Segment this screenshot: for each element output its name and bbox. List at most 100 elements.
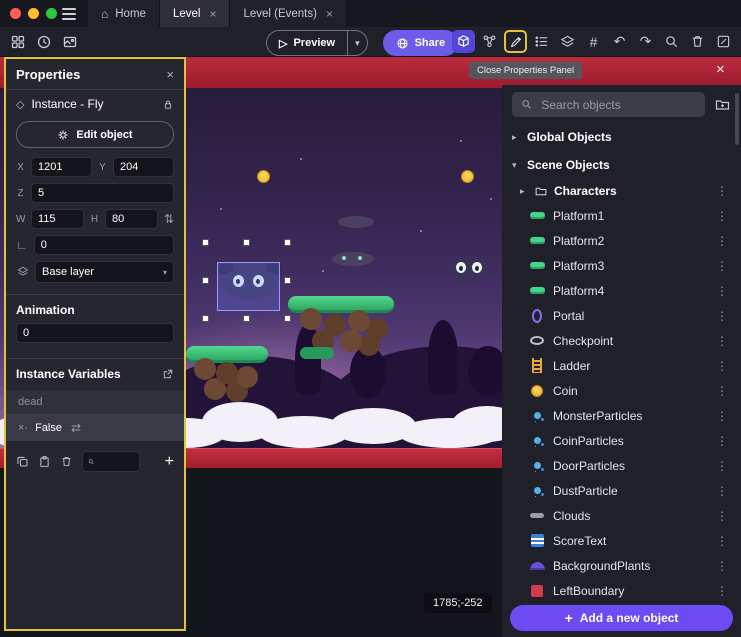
row-menu-icon[interactable]: ⋮ (713, 209, 731, 223)
close-objects-panel-icon[interactable]: × (716, 61, 725, 78)
open-variables-icon[interactable] (162, 368, 174, 380)
object-list-item[interactable]: CoinParticles ⋮ (502, 428, 741, 453)
copy-icon[interactable] (16, 455, 29, 468)
object-list-item[interactable]: LeftBoundary ⋮ (502, 578, 741, 603)
object-list-item[interactable]: Platform1 ⋮ (502, 203, 741, 228)
row-menu-icon[interactable]: ⋮ (713, 384, 731, 398)
preview-dropdown-button[interactable]: ▾ (347, 31, 367, 55)
row-menu-icon[interactable]: ⋮ (713, 459, 731, 473)
object-list-item[interactable]: DustParticle ⋮ (502, 478, 741, 503)
resize-handle[interactable] (284, 239, 291, 246)
tab-home[interactable]: ⌂ Home (88, 0, 160, 27)
preview-button[interactable]: ▷ Preview (267, 31, 347, 55)
scene-properties-icon[interactable] (712, 30, 735, 53)
resize-handle[interactable] (202, 315, 209, 322)
section-global-objects[interactable]: ▸ Global Objects (502, 123, 741, 151)
row-menu-icon[interactable]: ⋮ (713, 309, 731, 323)
row-menu-icon[interactable]: ⋮ (713, 559, 731, 573)
tab-level[interactable]: Level × (160, 0, 231, 27)
object-list-item[interactable]: Platform4 ⋮ (502, 278, 741, 303)
layers-icon[interactable] (556, 30, 579, 53)
angle-input[interactable] (34, 235, 174, 255)
object-list-item[interactable]: ScoreText ⋮ (502, 528, 741, 553)
resize-handle[interactable] (284, 315, 291, 322)
object-list-item[interactable]: Portal ⋮ (502, 303, 741, 328)
row-menu-icon[interactable]: ⋮ (713, 334, 731, 348)
add-folder-icon[interactable] (714, 97, 731, 113)
objects-search-input[interactable] (539, 97, 696, 113)
scene-cards-icon[interactable] (58, 30, 81, 53)
layer-select[interactable]: Base layer ▾ (35, 261, 174, 283)
object-list-item[interactable]: MonsterParticles ⋮ (502, 403, 741, 428)
row-menu-icon[interactable]: ⋮ (713, 509, 731, 523)
add-new-object-button[interactable]: + Add a new object (510, 605, 733, 631)
delete-variable-icon[interactable] (60, 455, 73, 468)
row-menu-icon[interactable]: ⋮ (713, 184, 731, 198)
resize-handle[interactable] (284, 277, 291, 284)
instances-panel-icon[interactable] (452, 30, 475, 53)
undo-icon[interactable]: ↶ (608, 30, 631, 53)
object-list-item[interactable]: Clouds ⋮ (502, 503, 741, 528)
variable-value-row[interactable]: ×· False ⇄ (6, 415, 184, 441)
close-properties-icon[interactable]: × (166, 67, 174, 82)
zoom-icon[interactable] (660, 30, 683, 53)
share-button[interactable]: Share (383, 30, 459, 56)
section-scene-objects[interactable]: ▾ Scene Objects (502, 151, 741, 179)
tab-level-events[interactable]: Level (Events) × (230, 0, 347, 27)
object-list-item[interactable]: Platform3 ⋮ (502, 253, 741, 278)
grid-icon[interactable]: # (582, 30, 605, 53)
close-tab-icon[interactable]: × (209, 7, 216, 21)
width-input[interactable] (31, 209, 84, 229)
edit-object-button[interactable]: Edit object (16, 121, 174, 148)
add-variable-button[interactable]: + (165, 453, 174, 471)
panels-grid-icon[interactable] (6, 30, 29, 53)
row-menu-icon[interactable]: ⋮ (713, 234, 731, 248)
minimize-window-button[interactable] (28, 8, 39, 19)
object-groups-icon[interactable] (478, 30, 501, 53)
close-window-button[interactable] (10, 8, 21, 19)
object-list-item[interactable]: Checkpoint ⋮ (502, 328, 741, 353)
variable-name[interactable]: dead (6, 390, 184, 415)
row-menu-icon[interactable]: ⋮ (713, 584, 731, 598)
resize-handle[interactable] (202, 277, 209, 284)
row-menu-icon[interactable]: ⋮ (713, 359, 731, 373)
object-list-item[interactable]: DoorParticles ⋮ (502, 453, 741, 478)
object-list-item[interactable]: Coin ⋮ (502, 378, 741, 403)
edit-properties-pencil-icon[interactable] (504, 30, 527, 53)
object-type-icon (528, 358, 546, 374)
resize-handle[interactable] (243, 315, 250, 322)
trash-icon[interactable] (686, 30, 709, 53)
z-input[interactable] (31, 183, 174, 203)
row-menu-icon[interactable]: ⋮ (713, 534, 731, 548)
row-menu-icon[interactable]: ⋮ (713, 434, 731, 448)
row-menu-icon[interactable]: ⋮ (713, 259, 731, 273)
lock-icon[interactable] (162, 98, 174, 111)
lock-aspect-ratio-icon[interactable]: ⇅ (164, 212, 174, 226)
paste-icon[interactable] (38, 455, 51, 468)
objects-search[interactable] (512, 92, 705, 117)
folder-characters[interactable]: ▸ Characters ⋮ (502, 179, 741, 203)
instance-icon: ◇ (16, 98, 24, 111)
height-input[interactable] (105, 209, 158, 229)
variables-search-input[interactable] (99, 455, 134, 468)
resize-handle[interactable] (202, 239, 209, 246)
maximize-window-button[interactable] (46, 8, 57, 19)
close-tab-icon[interactable]: × (326, 7, 333, 21)
instances-list-icon[interactable] (530, 30, 553, 53)
redo-icon[interactable]: ↷ (634, 30, 657, 53)
row-menu-icon[interactable]: ⋮ (713, 484, 731, 498)
object-list-item[interactable]: Platform2 ⋮ (502, 228, 741, 253)
resize-handle[interactable] (243, 239, 250, 246)
y-input[interactable] (113, 157, 174, 177)
menu-icon[interactable] (62, 8, 76, 20)
scrollbar-thumb[interactable] (735, 93, 739, 145)
animation-input[interactable] (16, 323, 174, 343)
x-input[interactable] (31, 157, 92, 177)
toggle-value-icon[interactable]: ⇄ (71, 421, 81, 435)
object-list-item[interactable]: Ladder ⋮ (502, 353, 741, 378)
row-menu-icon[interactable]: ⋮ (713, 284, 731, 298)
object-list-item[interactable]: BackgroundPlants ⋮ (502, 553, 741, 578)
history-clock-icon[interactable] (32, 30, 55, 53)
variables-search[interactable] (82, 451, 140, 472)
row-menu-icon[interactable]: ⋮ (713, 409, 731, 423)
